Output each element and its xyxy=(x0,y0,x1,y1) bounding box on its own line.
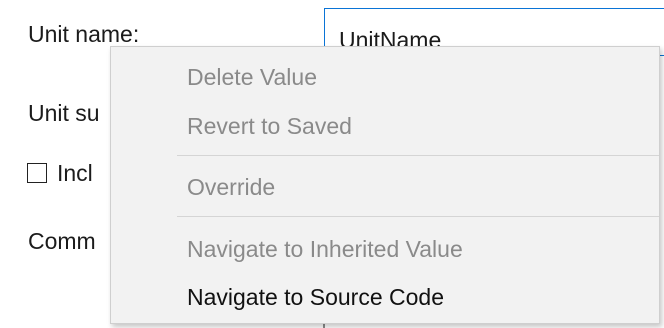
unit-name-label: Unit name: xyxy=(28,21,140,47)
menu-item-revert-to-saved[interactable]: Revert to Saved xyxy=(187,112,352,140)
menu-separator xyxy=(177,155,659,156)
menu-item-override[interactable]: Override xyxy=(187,173,275,201)
include-checkbox-label[interactable]: Incl xyxy=(57,159,93,187)
property-form-window: Unit name: Unit su Incl Comm Delete Valu… xyxy=(0,0,664,328)
menu-item-navigate-to-inherited-value[interactable]: Navigate to Inherited Value xyxy=(187,235,463,263)
menu-item-delete-value[interactable]: Delete Value xyxy=(187,63,317,91)
comment-label: Comm xyxy=(28,228,96,254)
menu-item-navigate-to-source-code[interactable]: Navigate to Source Code xyxy=(187,283,444,311)
unit-suffix-label: Unit su xyxy=(28,100,100,126)
context-menu: Delete Value Revert to Saved Override Na… xyxy=(110,46,660,324)
menu-separator xyxy=(177,216,659,217)
include-checkbox[interactable] xyxy=(27,163,47,183)
